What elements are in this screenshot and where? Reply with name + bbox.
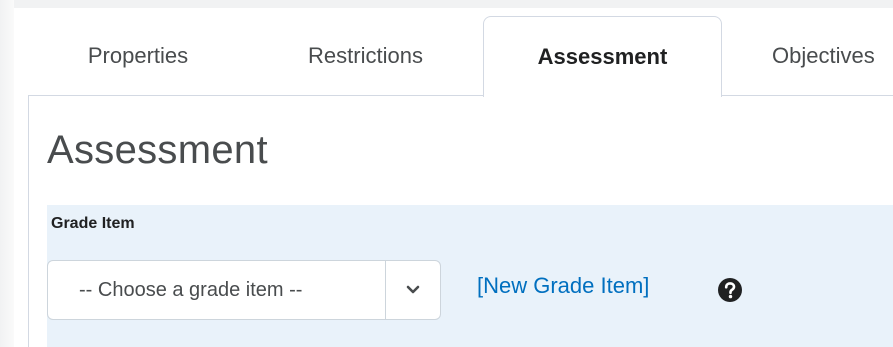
chevron-down-icon[interactable] [386,261,440,319]
tab-restrictions[interactable]: Restrictions [248,16,483,95]
page-title: Assessment [47,128,268,172]
question-circle-icon[interactable] [717,277,743,303]
panel-border [28,95,29,347]
left-gutter [0,0,14,347]
tab-assessment[interactable]: Assessment [483,16,722,97]
tab-underline [28,95,893,96]
tab-bar: Properties Restrictions Assessment Objec… [28,16,893,97]
grade-item-section: Grade Item -- Choose a grade item -- [Ne… [47,205,893,347]
tab-objectives[interactable]: Objectives [722,16,893,95]
new-grade-item-link[interactable]: [New Grade Item] [477,273,649,299]
grade-item-label: Grade Item [51,215,135,232]
grade-item-select[interactable]: -- Choose a grade item -- [47,260,441,320]
top-strip [0,0,893,8]
tab-properties[interactable]: Properties [28,16,248,95]
grade-item-select-value: -- Choose a grade item -- [79,278,303,301]
